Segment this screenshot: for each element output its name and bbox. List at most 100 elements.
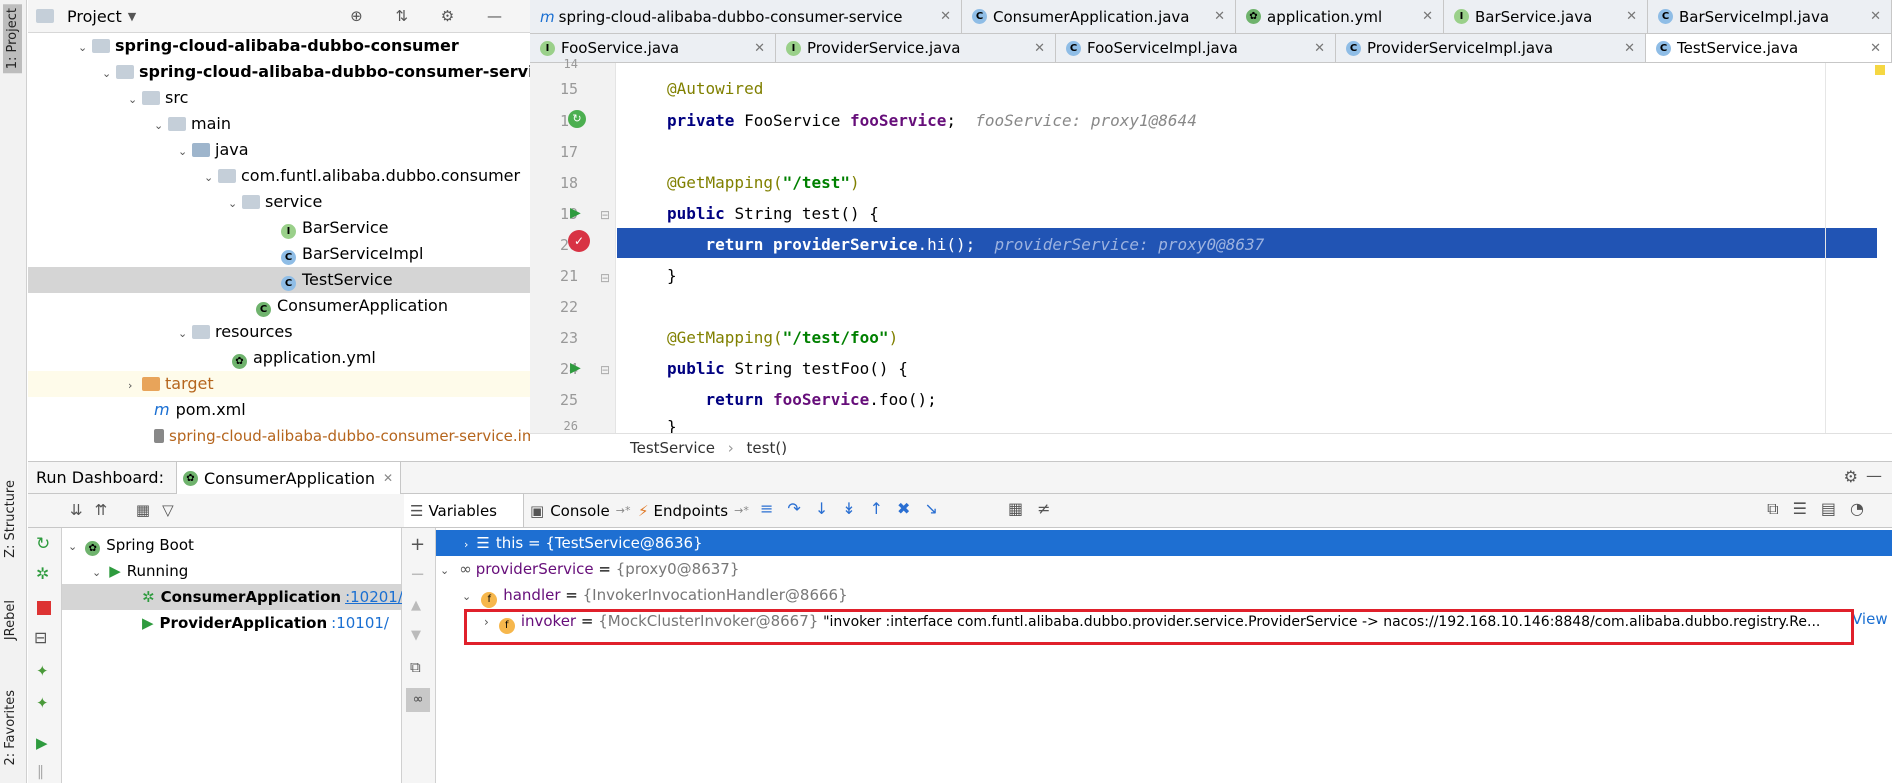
minimize-icon[interactable]: — xyxy=(1866,466,1882,485)
breakpoint-icon[interactable]: ✓ xyxy=(568,230,590,252)
pause-icon[interactable]: ‖ xyxy=(37,764,44,780)
tree-item-target[interactable]: › target xyxy=(28,371,530,397)
tree-toolbar-icons[interactable]: ⇊⇈ ▦▽ xyxy=(70,501,186,519)
tab-variables[interactable]: ☰ Variables xyxy=(404,494,524,527)
fold-icon[interactable]: ⊟ xyxy=(600,271,610,285)
tree-item-spring-boot[interactable]: ⌄ ✿ Spring Boot xyxy=(62,532,401,558)
tree-item-barservice[interactable]: I BarService xyxy=(28,215,530,241)
chevron-down-icon[interactable]: ⌄ xyxy=(102,61,116,87)
tab-endpoints[interactable]: ⚡ Endpoints →* xyxy=(634,494,752,527)
evaluate-icons[interactable]: ▦≠ xyxy=(1008,499,1065,518)
provider-port-link[interactable]: :10101/ xyxy=(331,614,389,632)
tree-item-testservice[interactable]: C TestService xyxy=(28,267,530,293)
jrebel-run-icon[interactable]: ✦ xyxy=(36,662,49,680)
chevron-down-icon[interactable]: ⌄ xyxy=(228,191,242,217)
step-controls-icons[interactable]: ≡↷↓↡↑✖↘ xyxy=(760,499,952,518)
close-icon[interactable]: ✕ xyxy=(1306,41,1325,56)
tab-testservice[interactable]: C TestService.java ✕ xyxy=(1646,34,1892,62)
chevron-down-icon[interactable]: ⌄ xyxy=(440,564,449,577)
tree-item-consumerapplication[interactable]: C ConsumerApplication xyxy=(28,293,530,319)
add-watch-icon[interactable]: + xyxy=(410,534,425,555)
variable-row-handler[interactable]: ⌄ f handler = {InvokerInvocationHandler@86… xyxy=(436,582,1892,608)
chevron-down-icon[interactable]: ⌄ xyxy=(204,165,218,191)
code-editor[interactable]: @Autowired private FooService fooService… xyxy=(617,63,1892,433)
tab-providerservice[interactable]: I ProviderService.java ✕ xyxy=(776,34,1056,62)
close-icon[interactable]: ✕ xyxy=(1862,41,1881,56)
stop-icon[interactable] xyxy=(37,598,51,616)
fold-icon[interactable]: ⊟ xyxy=(600,363,610,377)
tree-item-submodule[interactable]: ⌄ spring-cloud-alibaba-dubbo-consumer-ser… xyxy=(28,59,530,85)
favorites-tool-tab[interactable]: 2: Favorites xyxy=(3,690,18,766)
tree-item-iml[interactable]: spring-cloud-alibaba-dubbo-consumer-serv… xyxy=(28,423,530,449)
tab-console[interactable]: ▣ Console →* xyxy=(526,494,631,527)
glasses-icon[interactable]: ∞ xyxy=(406,688,430,712)
close-icon[interactable]: ✕ xyxy=(746,41,765,56)
chevron-down-icon[interactable]: ⌄ xyxy=(92,566,101,579)
tab-run-consumer[interactable]: ✿ ConsumerApplication ✕ xyxy=(176,462,401,494)
jrebel-tool-tab[interactable]: JRebel xyxy=(3,600,18,640)
move-down-icon[interactable]: ▼ xyxy=(411,628,421,643)
tree-item-resources[interactable]: ⌄ resources xyxy=(28,319,530,345)
chevron-down-icon[interactable]: ⌄ xyxy=(78,35,92,61)
move-up-icon[interactable]: ▲ xyxy=(411,598,421,613)
variable-row-providerservice[interactable]: ⌄ ∞ providerService = {proxy0@8637} xyxy=(436,556,1892,582)
tree-item-java[interactable]: ⌄ java xyxy=(28,137,530,163)
remove-watch-icon[interactable]: − xyxy=(410,564,425,585)
tab-module[interactable]: m spring-cloud-alibaba-dubbo-consumer-ser… xyxy=(530,0,962,33)
rerun-icon[interactable]: ↻ xyxy=(36,534,50,554)
gear-icon[interactable]: ⚙ xyxy=(1844,467,1858,486)
run-gutter-icon[interactable]: ▶ xyxy=(570,205,581,221)
resume-icon[interactable]: ▶ xyxy=(36,734,48,752)
tab-barservice[interactable]: I BarService.java ✕ xyxy=(1444,0,1648,33)
tree-item-barserviceimpl[interactable]: C BarServiceImpl xyxy=(28,241,530,267)
tab-application-yml[interactable]: ✿ application.yml ✕ xyxy=(1236,0,1444,33)
view-link[interactable]: View xyxy=(1852,610,1888,628)
chevron-down-icon[interactable]: ⌄ xyxy=(128,87,142,113)
chevron-down-icon[interactable]: ⌄ xyxy=(462,590,471,603)
fold-icon[interactable]: ⊟ xyxy=(600,208,610,222)
tree-item-package[interactable]: ⌄ com.funtl.alibaba.dubbo.consumer xyxy=(28,163,530,189)
chevron-down-icon[interactable]: ⌄ xyxy=(178,321,192,347)
close-icon[interactable]: ✕ xyxy=(1618,9,1637,24)
tree-item-consumer-app[interactable]: ✲ ConsumerApplication:10201/ xyxy=(62,584,403,610)
pin-icon[interactable]: →* xyxy=(734,504,749,517)
run-gutter-icon[interactable]: ▶ xyxy=(570,360,581,376)
close-icon[interactable]: ✕ xyxy=(1026,41,1045,56)
close-icon[interactable]: ✕ xyxy=(1862,9,1881,24)
tab-fooserviceimpl[interactable]: C FooServiceImpl.java ✕ xyxy=(1056,34,1336,62)
tree-item-service-pkg[interactable]: ⌄ service xyxy=(28,189,530,215)
panel-settings-icons[interactable]: ⊕ ⇅ ⚙ — xyxy=(350,7,516,25)
tree-item-application-yml[interactable]: ✿ application.yml xyxy=(28,345,530,371)
tab-barserviceimpl[interactable]: C BarServiceImpl.java ✕ xyxy=(1648,0,1892,33)
structure-tool-tab[interactable]: Z: Structure xyxy=(3,480,18,558)
close-icon[interactable]: ✕ xyxy=(1414,9,1433,24)
chevron-down-icon[interactable]: ⌄ xyxy=(68,540,77,553)
chevron-down-icon[interactable]: ⌄ xyxy=(178,139,192,165)
tree-item-pom[interactable]: m pom.xml xyxy=(28,397,530,423)
tree-item-provider-app[interactable]: ▶ ProviderApplication:10101/ xyxy=(62,610,401,636)
tree-item-main[interactable]: ⌄ main xyxy=(28,111,530,137)
consumer-port-link[interactable]: :10201/ xyxy=(345,588,403,606)
tab-providerserviceimpl[interactable]: C ProviderServiceImpl.java ✕ xyxy=(1336,34,1646,62)
close-icon[interactable]: ✕ xyxy=(1206,9,1225,24)
chevron-down-icon[interactable]: ▼ xyxy=(128,10,136,23)
debug-icon[interactable]: ✲ xyxy=(36,564,49,583)
copy-icon[interactable]: ⧉ xyxy=(410,658,421,676)
variable-row-this[interactable]: › ☰ this = {TestService@8636} xyxy=(436,530,1892,556)
project-tool-tab[interactable]: 1: Project xyxy=(3,4,22,74)
breadcrumb-method[interactable]: test() xyxy=(747,439,788,457)
tab-consumerapplication[interactable]: C ConsumerApplication.java ✕ xyxy=(962,0,1236,33)
jrebel-debug-icon[interactable]: ✦ xyxy=(36,694,49,712)
tree-item-module[interactable]: ⌄ spring-cloud-alibaba-dubbo-consumer xyxy=(28,33,530,59)
close-icon[interactable]: ✕ xyxy=(932,9,951,24)
chevron-right-icon[interactable]: › xyxy=(464,538,468,551)
chevron-right-icon[interactable]: › xyxy=(128,373,142,399)
implementation-marker-icon[interactable]: ↻ xyxy=(568,110,586,128)
close-icon[interactable]: ✕ xyxy=(383,471,393,485)
project-panel-title[interactable]: Project xyxy=(67,7,122,26)
chevron-down-icon[interactable]: ⌄ xyxy=(154,113,168,139)
tree-item-src[interactable]: ⌄ src xyxy=(28,85,530,111)
layout-icons[interactable]: ⧉☰▤◔ xyxy=(1767,499,1878,519)
pin-icon[interactable]: →* xyxy=(616,504,631,517)
tree-item-running[interactable]: ⌄ ▶ Running xyxy=(62,558,401,584)
